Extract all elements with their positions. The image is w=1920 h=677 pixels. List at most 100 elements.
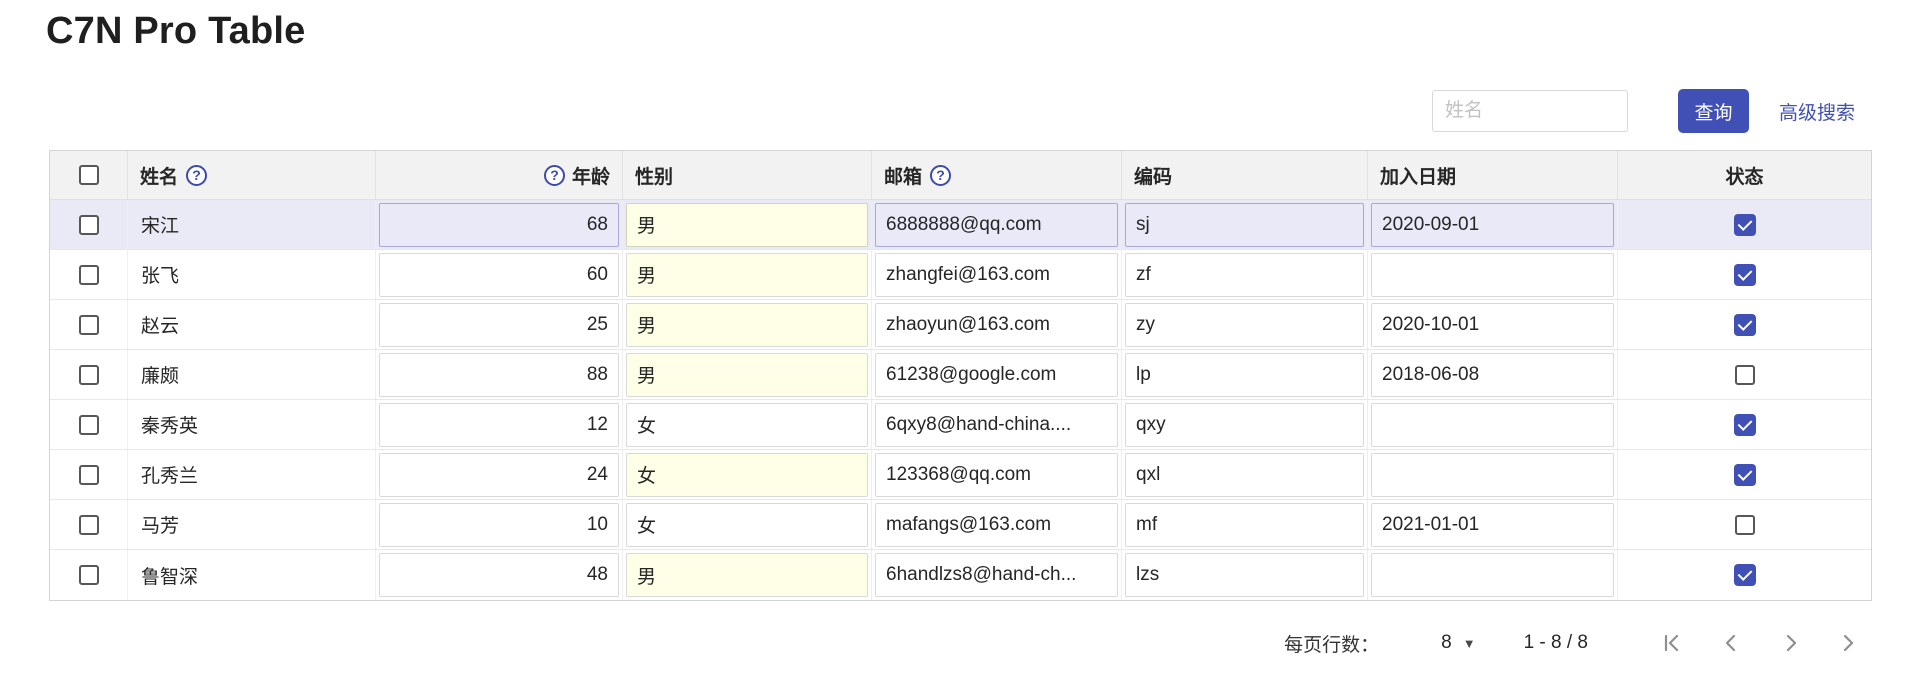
email-cell[interactable]: 6handlzs8@hand-ch...	[875, 553, 1118, 597]
status-checkbox[interactable]	[1733, 413, 1756, 436]
advanced-search-link[interactable]: 高级搜索	[1779, 98, 1855, 125]
table-row[interactable]: 赵云 25 男 zhaoyun@163.com zy 2020-10-01	[50, 300, 1871, 350]
name-cell[interactable]: 宋江	[130, 211, 179, 238]
age-cell[interactable]: 88	[379, 352, 619, 397]
first-page-button[interactable]	[1658, 630, 1684, 656]
next-page-button[interactable]	[1778, 630, 1804, 656]
row-select-checkbox[interactable]	[78, 214, 99, 235]
header-select-cell	[50, 151, 128, 199]
name-cell[interactable]: 马芳	[130, 511, 179, 538]
help-icon[interactable]: ?	[543, 164, 565, 186]
row-select-checkbox[interactable]	[78, 514, 99, 535]
table-row[interactable]: 张飞 60 男 zhangfei@163.com zf	[50, 250, 1871, 300]
age-cell[interactable]: 25	[379, 302, 619, 347]
age-cell[interactable]: 48	[379, 553, 619, 597]
sex-cell[interactable]: 女	[626, 502, 868, 547]
email-cell[interactable]: zhangfei@163.com	[875, 252, 1118, 297]
email-cell[interactable]: 61238@google.com	[875, 352, 1118, 397]
page-title: C7N Pro Table	[46, 10, 306, 52]
email-cell[interactable]: mafangs@163.com	[875, 502, 1118, 547]
code-cell[interactable]: mf	[1125, 502, 1364, 547]
table-row[interactable]: 鲁智深 48 男 6handlzs8@hand-ch... lzs	[50, 550, 1871, 600]
row-select-checkbox[interactable]	[78, 264, 99, 285]
page-size-select[interactable]: 8 ▼	[1441, 632, 1475, 654]
table-row[interactable]: 秦秀英 12 女 6qxy8@hand-china.... qxy	[50, 400, 1871, 450]
code-cell[interactable]: qxl	[1125, 452, 1364, 497]
row-select-checkbox[interactable]	[78, 464, 99, 485]
pagination-bar: 每页行数： 8 ▼ 1 - 8 / 8	[1284, 629, 1864, 657]
age-cell[interactable]: 10	[379, 502, 619, 547]
table-row[interactable]: 马芳 10 女 mafangs@163.com mf 2021-01-01	[50, 500, 1871, 550]
row-select-checkbox[interactable]	[78, 414, 99, 435]
status-checkbox[interactable]	[1733, 463, 1756, 486]
header-sex: 性别	[623, 151, 872, 199]
query-button[interactable]: 查询	[1677, 89, 1749, 133]
table-row[interactable]: 廉颇 88 男 61238@google.com lp 2018-06-08	[50, 350, 1871, 400]
code-cell[interactable]: lzs	[1125, 553, 1364, 597]
code-cell[interactable]: sj	[1125, 202, 1364, 247]
sex-cell[interactable]: 女	[626, 402, 868, 447]
code-cell[interactable]: lp	[1125, 352, 1364, 397]
name-filter-input[interactable]	[1431, 90, 1628, 132]
chevron-right-icon	[1786, 634, 1797, 652]
last-page-button[interactable]	[1838, 630, 1864, 656]
table-row[interactable]: 孔秀兰 24 女 123368@qq.com qxl	[50, 450, 1871, 500]
status-checkbox[interactable]	[1733, 564, 1756, 586]
name-cell[interactable]: 孔秀兰	[130, 461, 198, 488]
pro-table: 姓名 ? ? 年龄 性别 邮箱 ? 编码 加入日期 状态 宋江 68 男 688…	[49, 150, 1872, 601]
joindate-cell[interactable]	[1371, 553, 1614, 597]
help-icon[interactable]: ?	[186, 164, 208, 186]
sex-cell[interactable]: 女	[626, 452, 868, 497]
rows-per-page-label: 每页行数：	[1284, 634, 1380, 656]
email-cell[interactable]: 6qxy8@hand-china....	[875, 402, 1118, 447]
help-icon[interactable]: ?	[930, 164, 952, 186]
code-cell[interactable]: zy	[1125, 302, 1364, 347]
status-checkbox[interactable]	[1733, 213, 1756, 236]
joindate-cell[interactable]	[1371, 252, 1614, 297]
joindate-cell[interactable]: 2018-06-08	[1371, 352, 1614, 397]
code-cell[interactable]: zf	[1125, 252, 1364, 297]
status-checkbox[interactable]	[1734, 514, 1755, 535]
joindate-cell[interactable]: 2020-09-01	[1371, 202, 1614, 247]
sex-cell[interactable]: 男	[626, 302, 868, 347]
row-select-checkbox[interactable]	[78, 565, 99, 585]
header-name: 姓名 ?	[128, 151, 376, 199]
row-select-checkbox[interactable]	[78, 364, 99, 385]
age-cell[interactable]: 12	[379, 402, 619, 447]
first-page-icon	[1664, 634, 1679, 652]
name-cell[interactable]: 赵云	[130, 311, 179, 338]
status-checkbox[interactable]	[1733, 313, 1756, 336]
age-cell[interactable]: 60	[379, 252, 619, 297]
email-cell[interactable]: zhaoyun@163.com	[875, 302, 1118, 347]
name-cell[interactable]: 秦秀英	[130, 411, 198, 438]
joindate-cell[interactable]: 2020-10-01	[1371, 302, 1614, 347]
sex-cell[interactable]: 男	[626, 553, 868, 597]
code-cell[interactable]: qxy	[1125, 402, 1364, 447]
age-cell[interactable]: 68	[379, 202, 619, 247]
page-range: 1 - 8 / 8	[1523, 632, 1588, 653]
sex-cell[interactable]: 男	[626, 352, 868, 397]
email-cell[interactable]: 123368@qq.com	[875, 452, 1118, 497]
age-cell[interactable]: 24	[379, 452, 619, 497]
row-select-checkbox[interactable]	[78, 314, 99, 335]
joindate-cell[interactable]	[1371, 402, 1614, 447]
name-cell[interactable]: 张飞	[130, 261, 179, 288]
sex-cell[interactable]: 男	[626, 202, 868, 247]
joindate-cell[interactable]	[1371, 452, 1614, 497]
table-row[interactable]: 宋江 68 男 6888888@qq.com sj 2020-09-01	[50, 200, 1871, 250]
status-checkbox[interactable]	[1734, 364, 1755, 385]
header-code: 编码	[1122, 151, 1368, 199]
sex-cell[interactable]: 男	[626, 252, 868, 297]
chevron-left-icon	[1725, 634, 1736, 652]
select-all-checkbox[interactable]	[78, 165, 99, 185]
name-cell[interactable]: 鲁智深	[130, 562, 198, 589]
email-cell[interactable]: 6888888@qq.com	[875, 202, 1118, 247]
last-page-icon	[1843, 634, 1854, 652]
prev-page-button[interactable]	[1718, 630, 1744, 656]
joindate-cell[interactable]: 2021-01-01	[1371, 502, 1614, 547]
query-bar: 查询 高级搜索	[1431, 89, 1855, 133]
caret-down-icon: ▼	[1462, 635, 1476, 651]
status-checkbox[interactable]	[1733, 263, 1756, 286]
name-cell[interactable]: 廉颇	[130, 361, 179, 388]
table-body: 宋江 68 男 6888888@qq.com sj 2020-09-01 张飞 …	[50, 200, 1871, 600]
